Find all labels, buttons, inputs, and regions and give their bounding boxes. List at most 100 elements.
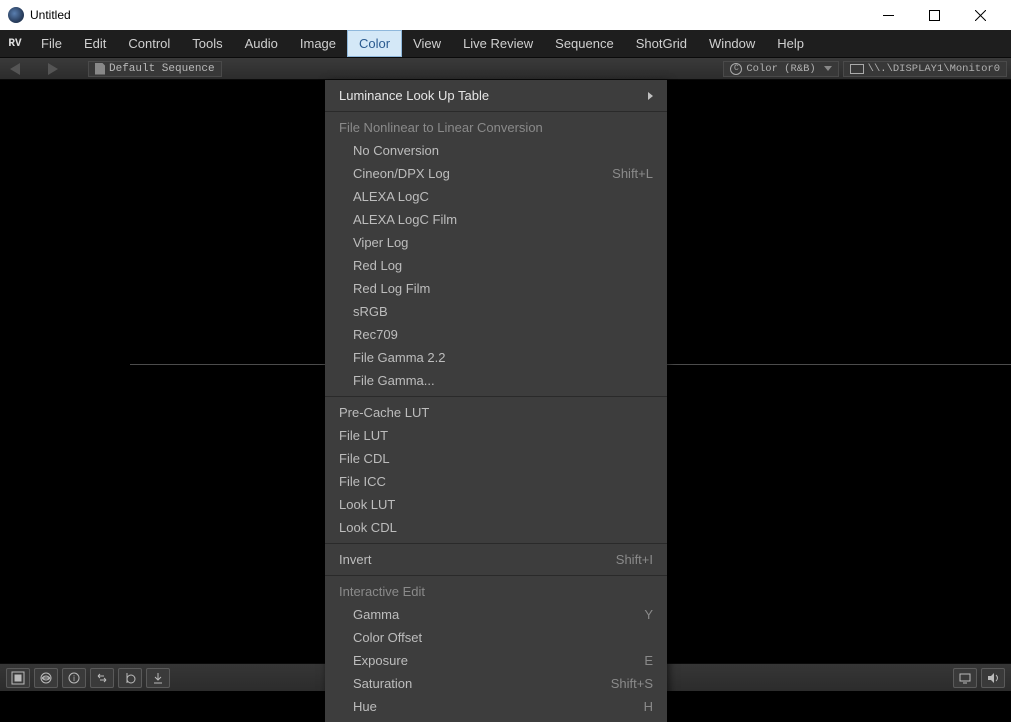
monitor-icon — [850, 64, 864, 74]
menu-item-color-offset[interactable]: Color Offset — [325, 626, 667, 649]
tool-btn-info[interactable]: i — [62, 668, 86, 688]
menu-item-saturation[interactable]: SaturationShift+S — [325, 672, 667, 695]
menu-help[interactable]: Help — [766, 30, 815, 57]
menu-view[interactable]: View — [402, 30, 452, 57]
menu-item-label: Exposure — [353, 653, 644, 668]
menu-item-label: Color Offset — [353, 630, 653, 645]
viewport[interactable]: Luminance Look Up Table File Nonlinear to… — [0, 80, 1011, 663]
menu-item-alexa-logc-film[interactable]: ALEXA LogC Film — [325, 208, 667, 231]
window-titlebar: Untitled — [0, 0, 1011, 30]
menu-item-label: Luminance Look Up Table — [339, 88, 640, 103]
window-minimize-button[interactable] — [865, 0, 911, 30]
nav-forward-button[interactable] — [34, 58, 68, 80]
menu-item-label: File ICC — [339, 474, 653, 489]
toolbar: Default Sequence C Color (R&B) \\.\DISPL… — [0, 58, 1011, 80]
menu-item-no-conversion[interactable]: No Conversion — [325, 139, 667, 162]
menu-item-label: Rec709 — [353, 327, 653, 342]
tool-btn-io[interactable] — [118, 668, 142, 688]
submenu-arrow-icon — [648, 92, 653, 100]
menu-item-viper-log[interactable]: Viper Log — [325, 231, 667, 254]
color-mode-dropdown[interactable]: C Color (R&B) — [723, 61, 838, 77]
menu-shortcut: Shift+L — [612, 166, 653, 181]
menu-item-pre-cache-lut[interactable]: Pre-Cache LUT — [325, 401, 667, 424]
menu-item-exposure[interactable]: ExposureE — [325, 649, 667, 672]
sequence-chip[interactable]: Default Sequence — [88, 61, 222, 77]
window-maximize-button[interactable] — [911, 0, 957, 30]
display-label: \\.\DISPLAY1\Monitor0 — [868, 63, 1000, 75]
window-title: Untitled — [30, 8, 865, 22]
menu-item-label: Saturation — [353, 676, 611, 691]
menu-item-srgb[interactable]: sRGB — [325, 300, 667, 323]
menu-header-interactive-edit: Interactive Edit — [325, 580, 667, 603]
menu-item-luminance-look-up-table[interactable]: Luminance Look Up Table — [325, 84, 667, 107]
menu-separator — [325, 111, 667, 112]
color-menu-dropdown: Luminance Look Up Table File Nonlinear to… — [325, 80, 667, 722]
menu-item-file-gamma-2-2[interactable]: File Gamma 2.2 — [325, 346, 667, 369]
menu-item-label: File Gamma... — [353, 373, 653, 388]
menu-item-label: No Conversion — [353, 143, 653, 158]
menu-item-label: ALEXA LogC — [353, 189, 653, 204]
menu-item-gamma[interactable]: GammaY — [325, 603, 667, 626]
sequence-label: Default Sequence — [109, 63, 215, 75]
menu-item-file-cdl[interactable]: File CDL — [325, 447, 667, 470]
menu-separator — [325, 575, 667, 576]
menu-item-label: File Gamma 2.2 — [353, 350, 653, 365]
tool-btn-volume[interactable] — [981, 668, 1005, 688]
menu-item-label: Hue — [353, 699, 644, 714]
menu-control[interactable]: Control — [117, 30, 181, 57]
menu-audio[interactable]: Audio — [234, 30, 289, 57]
menu-separator — [325, 396, 667, 397]
color-icon: C — [730, 63, 742, 75]
tool-btn-swap[interactable] — [90, 668, 114, 688]
menu-item-look-lut[interactable]: Look LUT — [325, 493, 667, 516]
menu-item-red-log[interactable]: Red Log — [325, 254, 667, 277]
menu-shortcut: Shift+I — [616, 552, 653, 567]
menu-item-label: Invert — [339, 552, 616, 567]
nav-back-button[interactable] — [0, 58, 34, 80]
menu-item-rec709[interactable]: Rec709 — [325, 323, 667, 346]
menu-item-file-lut[interactable]: File LUT — [325, 424, 667, 447]
app-icon — [8, 7, 24, 23]
menu-item-cineon-dpx-log[interactable]: Cineon/DPX LogShift+L — [325, 162, 667, 185]
menu-item-red-log-film[interactable]: Red Log Film — [325, 277, 667, 300]
menu-item-file-gamma[interactable]: File Gamma... — [325, 369, 667, 392]
menu-item-label: File CDL — [339, 451, 653, 466]
menu-item-label: Interactive Edit — [339, 584, 653, 599]
menu-shortcut: H — [644, 699, 653, 714]
menu-item-label: File Nonlinear to Linear Conversion — [339, 120, 653, 135]
tool-btn-monitor[interactable] — [953, 668, 977, 688]
window-close-button[interactable] — [957, 0, 1003, 30]
menu-shortcut: E — [644, 653, 653, 668]
tool-btn-1[interactable] — [6, 668, 30, 688]
menu-edit[interactable]: Edit — [73, 30, 117, 57]
menu-item-label: Cineon/DPX Log — [353, 166, 612, 181]
menu-separator — [325, 543, 667, 544]
menu-shortcut: Shift+S — [611, 676, 653, 691]
tool-btn-2[interactable] — [34, 668, 58, 688]
menu-sequence[interactable]: Sequence — [544, 30, 625, 57]
menu-shortcut: Y — [644, 607, 653, 622]
menu-color[interactable]: Color — [347, 30, 402, 57]
menu-live-review[interactable]: Live Review — [452, 30, 544, 57]
menu-item-label: Look CDL — [339, 520, 653, 535]
menu-file[interactable]: File — [30, 30, 73, 57]
menu-item-label: Red Log Film — [353, 281, 653, 296]
menu-item-file-icc[interactable]: File ICC — [325, 470, 667, 493]
menu-item-alexa-logc[interactable]: ALEXA LogC — [325, 185, 667, 208]
menu-item-label: ALEXA LogC Film — [353, 212, 653, 227]
tool-btn-download[interactable] — [146, 668, 170, 688]
menu-shotgrid[interactable]: ShotGrid — [625, 30, 698, 57]
display-dropdown[interactable]: \\.\DISPLAY1\Monitor0 — [843, 61, 1007, 77]
menu-item-invert[interactable]: InvertShift+I — [325, 548, 667, 571]
svg-text:i: i — [73, 674, 75, 683]
menu-item-label: File LUT — [339, 428, 653, 443]
menu-item-look-cdl[interactable]: Look CDL — [325, 516, 667, 539]
menu-window[interactable]: Window — [698, 30, 766, 57]
menu-item-hue[interactable]: HueH — [325, 695, 667, 718]
menu-tools[interactable]: Tools — [181, 30, 233, 57]
menu-image[interactable]: Image — [289, 30, 347, 57]
menu-header-file-nonlinear-to-linear-conversion: File Nonlinear to Linear Conversion — [325, 116, 667, 139]
menu-item-label: Gamma — [353, 607, 644, 622]
menu-item-label: Viper Log — [353, 235, 653, 250]
rv-logo: RV — [0, 30, 30, 57]
